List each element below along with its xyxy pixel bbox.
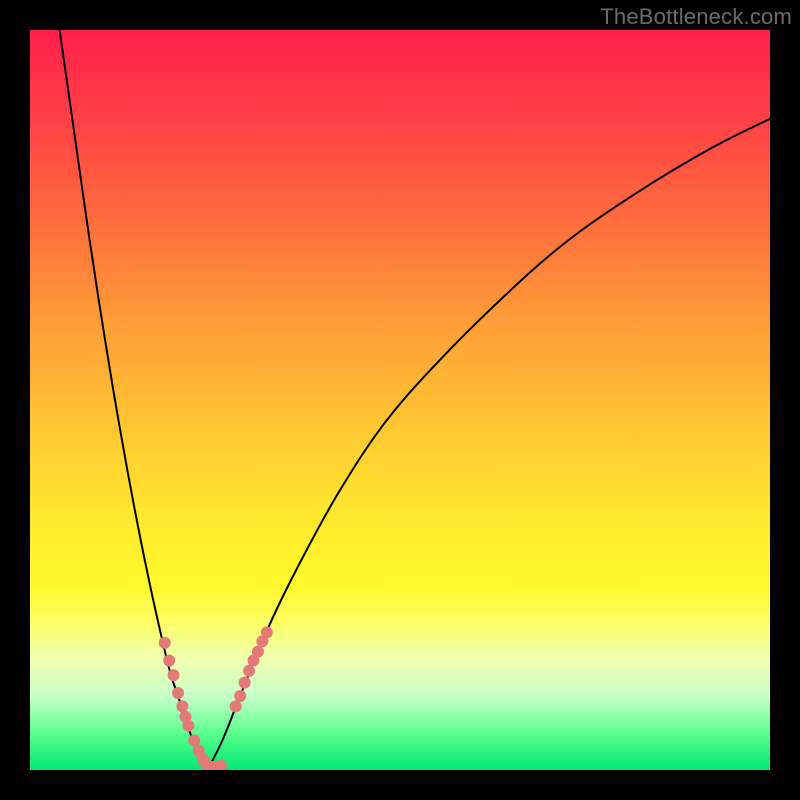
- data-marker: [168, 669, 180, 681]
- data-marker: [172, 687, 184, 699]
- curve-left-branch: [60, 30, 208, 770]
- data-marker: [176, 700, 188, 712]
- data-marker: [239, 677, 251, 689]
- data-marker: [159, 637, 171, 649]
- chart-frame: TheBottleneck.com: [0, 0, 800, 800]
- data-marker: [252, 646, 264, 658]
- data-marker: [261, 626, 273, 638]
- data-markers: [159, 626, 273, 770]
- data-marker: [230, 700, 242, 712]
- data-marker: [182, 720, 194, 732]
- curve-right-branch: [208, 119, 770, 770]
- watermark-text: TheBottleneck.com: [600, 4, 792, 30]
- data-marker: [243, 665, 255, 677]
- chart-svg: [30, 30, 770, 770]
- data-marker: [234, 690, 246, 702]
- plot-area: [30, 30, 770, 770]
- data-marker: [188, 734, 200, 746]
- data-marker: [163, 654, 175, 666]
